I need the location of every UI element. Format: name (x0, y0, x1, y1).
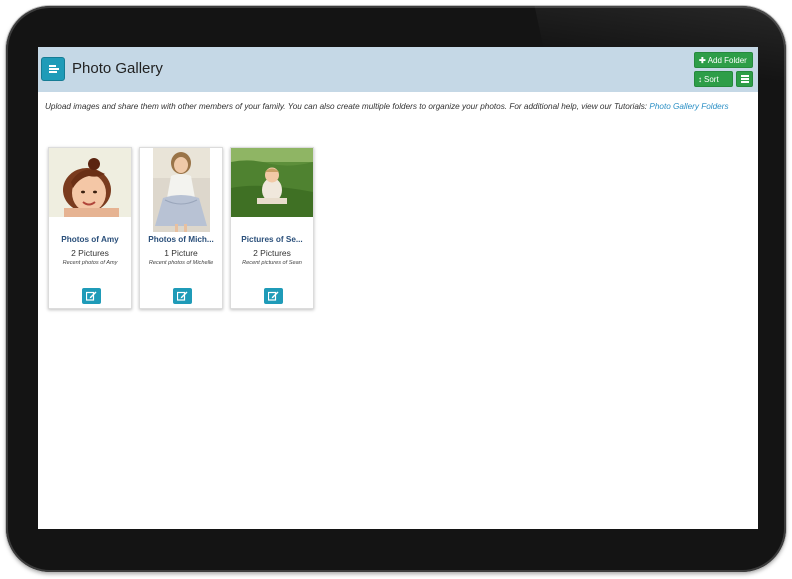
folder-card-amy[interactable]: Photos of Amy 2 Pictures Recent photos o… (48, 147, 132, 309)
add-folder-label: Add Folder (707, 56, 747, 65)
list-view-icon-line (741, 78, 749, 80)
menu-list-icon-line (49, 71, 57, 73)
folder-picture-count: 2 Pictures (71, 248, 109, 258)
list-view-icon (741, 75, 749, 83)
edit-icon (177, 291, 188, 301)
list-view-button[interactable] (736, 71, 753, 87)
edit-icon (268, 291, 279, 301)
edit-folder-button[interactable] (82, 288, 101, 304)
sort-label: Sort (704, 75, 719, 84)
folder-thumbnail[interactable] (153, 148, 210, 232)
folder-card-sean[interactable]: Pictures of Se... 2 Pictures Recent pict… (230, 147, 314, 309)
folder-title[interactable]: Photos of Mich... (140, 235, 222, 244)
folder-description: Recent photos of Amy (62, 260, 118, 266)
folder-title[interactable]: Pictures of Se... (231, 235, 313, 244)
list-view-icon-line (741, 81, 749, 83)
screen: Photo Gallery ✚ Add Folder ↕ Sort Upload i… (38, 47, 758, 529)
page-title: Photo Gallery (72, 60, 163, 77)
intro-text: Upload images and share them with other … (45, 100, 753, 114)
menu-button[interactable] (41, 57, 65, 81)
edit-icon (86, 291, 97, 301)
intro-body: Upload images and share them with other … (45, 102, 648, 111)
folder-picture-count: 1 Picture (164, 248, 198, 258)
menu-list-icon (49, 65, 56, 67)
folder-thumbnail[interactable] (231, 148, 313, 217)
add-folder-button[interactable]: ✚ Add Folder (694, 52, 753, 68)
sort-button[interactable]: ↕ Sort (694, 71, 733, 87)
folder-title[interactable]: Photos of Amy (49, 235, 131, 244)
edit-folder-button[interactable] (173, 288, 192, 304)
sort-icon: ↕ (698, 75, 702, 84)
list-view-icon-line (741, 75, 749, 77)
folder-thumbnail[interactable] (49, 148, 131, 217)
folder-card-michelle[interactable]: Photos of Mich... 1 Picture Recent photo… (139, 147, 223, 309)
header-bar: Photo Gallery ✚ Add Folder ↕ Sort (38, 47, 758, 92)
edit-folder-button[interactable] (264, 288, 283, 304)
folder-description: Recent pictures of Sean (242, 260, 302, 266)
tutorial-link[interactable]: Photo Gallery Folders (649, 102, 728, 111)
menu-list-icon-line (49, 68, 59, 70)
folder-description: Recent photos of Michelle (148, 260, 214, 266)
folder-picture-count: 2 Pictures (253, 248, 291, 258)
plus-icon: ✚ (699, 56, 706, 65)
